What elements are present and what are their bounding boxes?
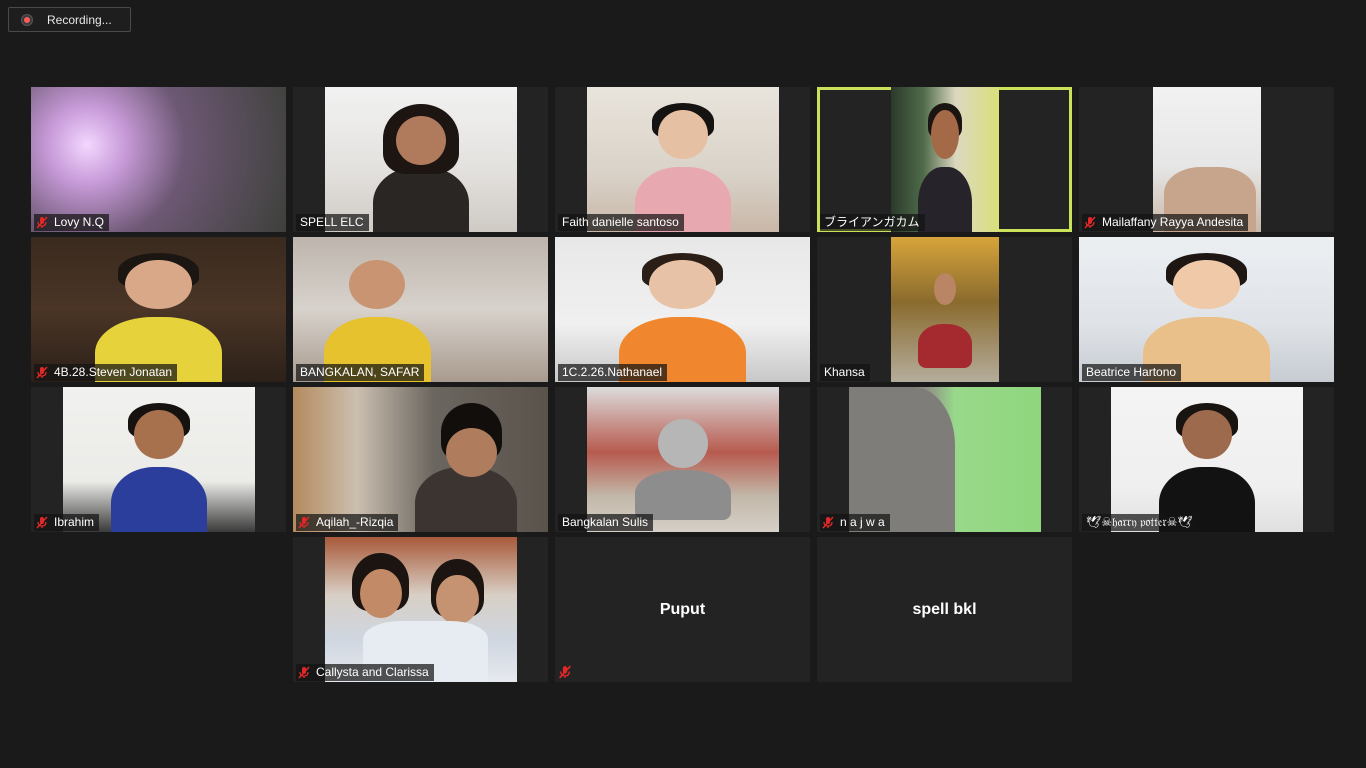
video-feed	[587, 87, 779, 232]
recording-label: Recording...	[47, 12, 112, 27]
participant-tile[interactable]: Bangkalan Sulis	[555, 387, 810, 532]
mic-muted-icon	[558, 665, 572, 679]
participant-name-tag: SPELL ELC	[296, 214, 369, 231]
record-icon	[21, 13, 33, 26]
participant-tile-active-speaker[interactable]: ブライアンガカム	[817, 87, 1072, 232]
participant-name-tag: 1C.2.26.Nathanael	[558, 364, 668, 381]
participant-tile[interactable]: Callysta and Clarissa	[293, 537, 548, 682]
video-feed	[293, 237, 548, 382]
participant-name-tag: 🕊☠𝔥𝔞𝔯𝔯𝔶 𝔭𝔬𝔱𝔱𝔢𝔯☠🕊	[1082, 514, 1198, 531]
participant-name: Bangkalan Sulis	[562, 515, 649, 529]
participant-name-tag: 4B.28.Steven Jonatan	[34, 364, 178, 381]
participant-tile[interactable]: BANGKALAN, SAFAR	[293, 237, 548, 382]
mic-muted-icon	[36, 366, 48, 379]
participant-tile[interactable]: Lovy N.Q	[31, 87, 286, 232]
participant-tile[interactable]: 4B.28.Steven Jonatan	[31, 237, 286, 382]
participant-name: n a j w a	[840, 515, 885, 529]
participant-name-tag: ブライアンガカム	[820, 214, 925, 231]
participant-name: Ibrahim	[54, 515, 95, 529]
participant-name-tag: n a j w a	[820, 514, 890, 531]
mic-muted-icon	[36, 516, 48, 529]
participant-name-tag: Mailaffany Rayya Andesita	[1082, 214, 1249, 231]
participant-name: spell bkl	[912, 600, 977, 618]
video-feed	[555, 237, 810, 382]
participant-name: 🕊☠𝔥𝔞𝔯𝔯𝔶 𝔭𝔬𝔱𝔱𝔢𝔯☠🕊	[1086, 515, 1193, 529]
participant-name: Aqilah_-Rizqia	[316, 515, 394, 529]
participant-name: Beatrice Hartono	[1086, 365, 1177, 379]
participant-name: Puput	[659, 600, 706, 618]
participant-name-tag: Khansa	[820, 364, 870, 381]
participant-tile[interactable]: Beatrice Hartono	[1079, 237, 1334, 382]
participant-name-tag: BANGKALAN, SAFAR	[296, 364, 425, 381]
mic-muted-icon	[298, 666, 310, 679]
participant-tile-video-off[interactable]: Puput	[555, 537, 810, 682]
participant-tile[interactable]: 1C.2.26.Nathanael	[555, 237, 810, 382]
participant-name: Khansa	[824, 365, 865, 379]
recording-indicator[interactable]: Recording...	[8, 7, 131, 32]
participant-name-tag: Ibrahim	[34, 514, 100, 531]
participant-tile[interactable]: Ibrahim	[31, 387, 286, 532]
mic-muted-icon	[1084, 216, 1096, 229]
mic-muted-icon	[298, 516, 310, 529]
video-feed	[325, 537, 517, 682]
participant-name: ブライアンガカム	[824, 215, 920, 229]
participant-tile[interactable]: 🕊☠𝔥𝔞𝔯𝔯𝔶 𝔭𝔬𝔱𝔱𝔢𝔯☠🕊	[1079, 387, 1334, 532]
video-feed	[63, 387, 255, 532]
participant-name: 1C.2.26.Nathanael	[562, 365, 663, 379]
video-feed	[587, 387, 779, 532]
participant-name: 4B.28.Steven Jonatan	[54, 365, 173, 379]
participant-tile[interactable]: Mailaffany Rayya Andesita	[1079, 87, 1334, 232]
participant-name-tag: Beatrice Hartono	[1082, 364, 1182, 381]
mic-muted-icon	[822, 516, 834, 529]
video-feed	[31, 87, 286, 232]
participant-tile[interactable]: Aqilah_-Rizqia	[293, 387, 548, 532]
participant-name-tag: Bangkalan Sulis	[558, 514, 654, 531]
video-feed	[891, 87, 999, 232]
video-feed	[891, 237, 999, 382]
participant-name: Callysta and Clarissa	[316, 665, 429, 679]
participant-name: SPELL ELC	[300, 215, 364, 229]
participant-name-tag: Aqilah_-Rizqia	[296, 514, 399, 531]
video-feed	[849, 387, 1041, 532]
participant-tile[interactable]: SPELL ELC	[293, 87, 548, 232]
video-feed	[31, 237, 286, 382]
participant-tile-video-off[interactable]: spell bkl	[817, 537, 1072, 682]
participant-name-tag: Lovy N.Q	[34, 214, 110, 231]
video-feed	[1153, 87, 1261, 232]
participant-tile[interactable]: Faith danielle santoso	[555, 87, 810, 232]
video-feed	[325, 87, 517, 232]
video-feed	[1079, 237, 1334, 382]
video-feed	[293, 387, 548, 532]
video-feed	[1111, 387, 1303, 532]
participant-name: BANGKALAN, SAFAR	[300, 365, 420, 379]
participant-tile[interactable]: n a j w a	[817, 387, 1072, 532]
participant-name-tag: Faith danielle santoso	[558, 214, 684, 231]
participant-name: Mailaffany Rayya Andesita	[1102, 215, 1244, 229]
mic-muted-icon	[36, 216, 48, 229]
participant-name-tag: Callysta and Clarissa	[296, 664, 434, 681]
participant-name: Faith danielle santoso	[562, 215, 679, 229]
participant-tile[interactable]: Khansa	[817, 237, 1072, 382]
participant-name: Lovy N.Q	[54, 215, 105, 229]
